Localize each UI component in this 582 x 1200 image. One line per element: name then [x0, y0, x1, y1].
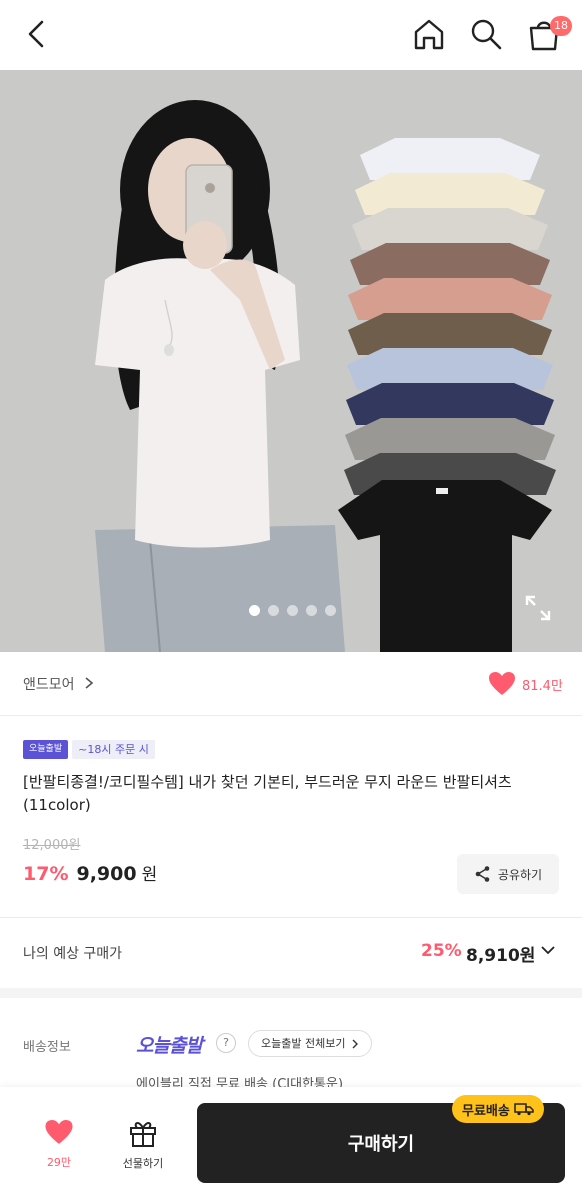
chevron-right-icon — [352, 1039, 359, 1048]
shipping-label: 배송정보 — [23, 1040, 71, 1055]
heart-icon[interactable] — [488, 671, 516, 697]
original-price: 12,000원 — [23, 838, 81, 853]
gift-button[interactable]: 선물하기 — [114, 1119, 172, 1171]
home-icon[interactable] — [410, 15, 448, 53]
share-label: 공유하기 — [497, 867, 543, 882]
order-cutoff-tag: ~18시 주문 시 — [72, 740, 155, 759]
product-photo — [0, 70, 582, 652]
chevron-left-icon[interactable] — [18, 16, 54, 52]
free-shipping-badge: 무료배송 — [452, 1095, 544, 1123]
chevron-right-icon[interactable] — [84, 676, 94, 690]
cart-count-badge: 18 — [550, 16, 572, 36]
carousel-dot[interactable] — [268, 605, 279, 616]
today-ship-view-all-button[interactable]: 오늘출발 전체보기 — [248, 1030, 373, 1057]
heart-icon — [45, 1120, 73, 1144]
top-app-bar: 18 — [0, 0, 582, 70]
product-image-carousel[interactable] — [0, 70, 582, 652]
today-ship-tag: 오늘출발 — [23, 740, 69, 759]
brand-name-link[interactable]: 앤드모어 — [23, 674, 75, 694]
discount-rate: 17% — [23, 863, 69, 885]
expected-price: 8,910원 — [466, 946, 536, 966]
carousel-dot[interactable] — [249, 605, 260, 616]
truck-icon — [514, 1103, 534, 1116]
product-title: [반팔티종결!/코디필수템] 내가 찾던 기본티, 부드러운 무지 라운드 반팔… — [23, 773, 512, 814]
view-all-label: 오늘출발 전체보기 — [261, 1037, 346, 1050]
fullscreen-icon[interactable] — [522, 592, 554, 624]
carousel-dot[interactable] — [306, 605, 317, 616]
carousel-dot[interactable] — [287, 605, 298, 616]
sale-price: 9,900 — [76, 863, 137, 885]
like-count: 81.4만 — [522, 679, 563, 694]
brand-row: 앤드모어 81.4만 — [0, 652, 582, 716]
wishlist-button[interactable]: 29만 — [36, 1119, 82, 1170]
share-icon — [475, 866, 490, 882]
wish-count: 29만 — [46, 1156, 72, 1169]
currency-unit: 원 — [141, 865, 158, 885]
gift-icon — [130, 1122, 156, 1147]
shipping-info: 배송정보 오늘출발 ? 오늘출발 전체보기 에이블리 직접 무료 배송 (CJ대… — [0, 998, 582, 1092]
search-icon[interactable] — [468, 16, 504, 52]
free-shipping-label: 무료배송 — [462, 1103, 510, 1119]
help-icon[interactable]: ? — [216, 1033, 236, 1053]
buy-label: 구매하기 — [347, 1134, 415, 1155]
chevron-down-icon[interactable] — [540, 944, 556, 956]
expected-price-row[interactable]: 나의 예상 구매가 25% 8,910원 — [0, 918, 582, 988]
gift-label: 선물하기 — [122, 1157, 164, 1170]
bottom-action-bar: 29만 선물하기 구매하기 무료배송 — [0, 1087, 582, 1200]
share-button[interactable]: 공유하기 — [457, 854, 559, 894]
expected-price-label: 나의 예상 구매가 — [23, 946, 123, 962]
delivery-tags: 오늘출발 ~18시 주문 시 — [23, 740, 155, 760]
price-row: 17% 9,900 원 — [23, 860, 157, 885]
carousel-dot[interactable] — [325, 605, 336, 616]
today-ship-logo: 오늘출발 — [136, 1035, 203, 1057]
section-separator — [0, 988, 582, 998]
expected-discount: 25% — [421, 941, 462, 961]
carousel-indicators — [249, 605, 336, 617]
